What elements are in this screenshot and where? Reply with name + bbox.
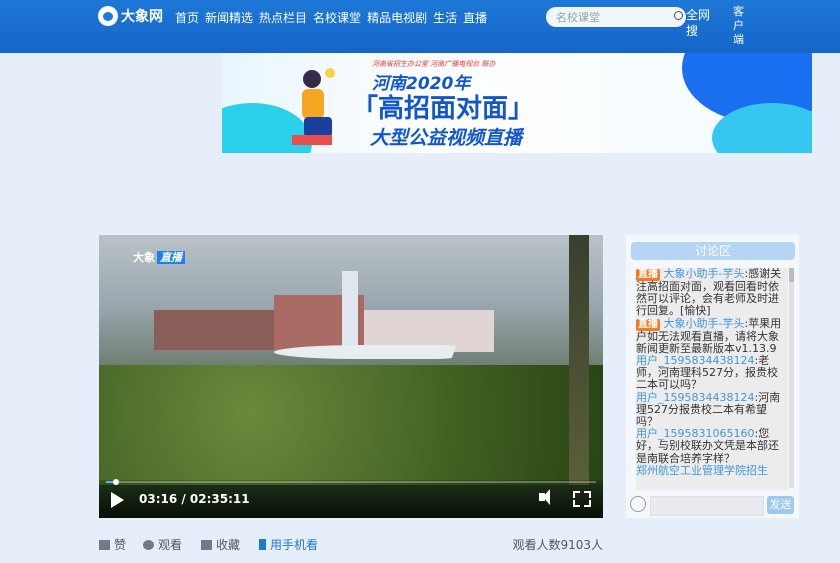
chat-message: 直播 大象小助手-芋头:苹果用户如无法观看直播，请将大象新闻更新至最新版本v1.… [636, 316, 782, 355]
person-illustration-icon [292, 68, 335, 145]
progress-handle[interactable] [113, 479, 120, 485]
nav-item-hot[interactable]: 热点栏目 [259, 9, 307, 26]
search-icon[interactable] [674, 11, 683, 20]
chat-message: 用户_1595834438124:老师，河南理科527分，报贵校二本可以吗？ [636, 354, 778, 392]
chat-username[interactable]: 用户_1595834438124 [636, 391, 754, 404]
eye-icon [143, 539, 154, 550]
video-player[interactable]: 大象 直播 03:16 / 02:35:11 [99, 235, 603, 518]
top-navigation-bar: 大象网 首页 新闻精选 热点栏目 名校课堂 精品电视剧 生活 直播 全网搜 客户… [0, 0, 840, 53]
watch-button[interactable]: 观看 [143, 536, 182, 553]
video-time: 03:16 / 02:35:11 [139, 492, 250, 506]
logo-text: 大象网 [121, 9, 163, 25]
send-button[interactable]: 发送 [767, 496, 794, 514]
chat-message: 用户_1595834438124:河南理527分报贵校二本有希望吗？ [636, 390, 781, 429]
chat-message: 用户_1595831065160:您好，与别校联办文凭是本部还是南联合培养字样？ [636, 427, 779, 465]
chat-text: 郑州航空工业管理学院招生 [636, 463, 768, 477]
emoji-icon[interactable] [630, 496, 646, 512]
discussion-title: 讨论区 [631, 242, 795, 260]
progress-bar[interactable] [106, 479, 596, 485]
like-label: 赞 [114, 538, 127, 552]
search-box [546, 7, 686, 27]
chat-scrollbar[interactable] [789, 268, 794, 488]
chat-input[interactable] [650, 496, 764, 516]
search-input[interactable] [556, 9, 666, 25]
chat-username[interactable]: 大象小助手-芋头 [664, 268, 745, 280]
thumb-up-icon [99, 539, 110, 550]
video-watermark: 大象 直播 [133, 249, 185, 265]
nav-item-home[interactable]: 首页 [175, 9, 199, 26]
nav-item-news[interactable]: 新闻精选 [205, 9, 253, 26]
video-controls: 03:16 / 02:35:11 [99, 479, 603, 518]
scene-hedge [99, 365, 603, 485]
play-icon[interactable] [111, 492, 124, 508]
chat-username[interactable]: 大象小助手-芋头 [664, 317, 745, 330]
banner-line2: 「高招面对面」 [352, 94, 535, 124]
nav-item-tv[interactable]: 精品电视剧 [367, 9, 427, 26]
nav-item-school[interactable]: 名校课堂 [313, 9, 361, 26]
favorite-label: 收藏 [216, 538, 241, 552]
mobile-label: 用手机看 [270, 538, 319, 552]
chat-message-list[interactable]: 直播 大象小助手-芋头:感谢关注高招面对面，观看回看时依然可以评论，会有老师及时… [636, 268, 788, 490]
watch-label: 观看 [158, 538, 183, 552]
scene-airplane [271, 345, 457, 359]
paw-logo-icon [98, 6, 118, 26]
scene-tree [569, 235, 589, 485]
chat-message: 直播 大象小助手-芋头:感谢关注高招面对面，观看回看时依然可以评论，会有老师及时… [636, 268, 782, 318]
volume-icon[interactable] [539, 489, 550, 505]
watermark-logo: 大象 [133, 251, 155, 264]
banner-image[interactable]: 河南省招生办公室 河南广播电视台 联办 河南2020年 「高招面对面」 大型公益… [222, 53, 812, 153]
phone-icon [259, 539, 266, 550]
client-download-link[interactable]: 客户端 [733, 5, 747, 47]
nav-item-life[interactable]: 生活 [433, 9, 457, 26]
search-scope-button[interactable]: 全网搜 [686, 7, 716, 47]
viewer-count: 观看人数9103人 [512, 538, 603, 552]
star-icon [201, 539, 212, 550]
chat-scrollbar-thumb[interactable] [789, 268, 794, 282]
chat-message: 郑州航空工业管理学院招生 [636, 463, 788, 477]
discussion-panel: 讨论区 直播 大象小助手-芋头:感谢关注高招面对面，观看回看时依然可以评论，会有… [626, 235, 799, 518]
banner-line3: 大型公益视频直播 [370, 127, 523, 149]
banner-subtitle: 河南省招生办公室 河南广播电视台 联办 [372, 60, 496, 68]
scene-tower [342, 271, 358, 351]
main-nav: 首页 新闻精选 热点栏目 名校课堂 精品电视剧 生活 直播 [175, 9, 493, 26]
fullscreen-icon[interactable] [573, 491, 591, 507]
site-logo[interactable]: 大象网 [98, 5, 163, 27]
scene-building [154, 310, 274, 350]
watermark-live-tag: 直播 [157, 251, 185, 264]
action-bar: 赞 观看 收藏 用手机看 观看人数9103人 [99, 536, 603, 552]
mobile-watch-button[interactable]: 用手机看 [259, 536, 318, 553]
like-button[interactable]: 赞 [99, 536, 126, 553]
nav-item-live[interactable]: 直播 [463, 9, 487, 26]
favorite-button[interactable]: 收藏 [201, 536, 240, 553]
banner: 河南省招生办公室 河南广播电视台 联办 河南2020年 「高招面对面」 大型公益… [0, 53, 840, 153]
